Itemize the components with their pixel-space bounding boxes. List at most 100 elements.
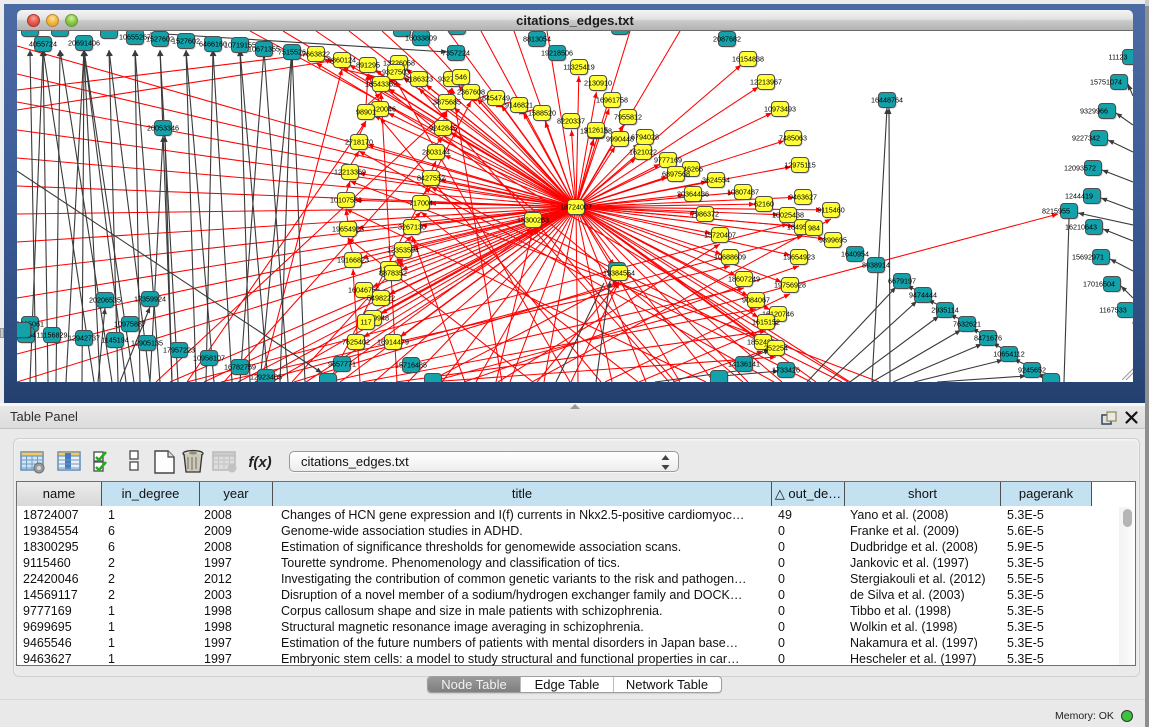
svg-text:9657771: 9657771 [328, 359, 356, 368]
svg-text:18724007: 18724007 [560, 202, 592, 211]
svg-text:1244419: 1244419 [1065, 191, 1093, 200]
svg-text:16543362: 16543362 [365, 79, 397, 88]
svg-text:8878352: 8878352 [379, 268, 407, 277]
svg-text:1621022: 1621022 [629, 147, 657, 156]
svg-text:10958107: 10958107 [193, 353, 225, 362]
svg-text:15692971: 15692971 [1072, 252, 1104, 261]
svg-text:1145194: 1145194 [101, 335, 128, 344]
svg-text:10688609: 10688609 [714, 252, 746, 261]
svg-text:2087682: 2087682 [713, 34, 741, 43]
svg-text:7955812: 7955812 [614, 112, 642, 121]
svg-text:20053346: 20053346 [147, 123, 179, 132]
svg-text:9115460: 9115460 [817, 205, 844, 214]
svg-text:12923405: 12923405 [250, 372, 282, 381]
svg-text:1588520: 1588520 [528, 108, 556, 117]
svg-text:16210643: 16210643 [1065, 222, 1097, 231]
svg-text:3875685: 3875685 [433, 97, 461, 106]
svg-text:19654923: 19654923 [332, 224, 364, 233]
svg-text:7632621: 7632621 [953, 319, 981, 328]
svg-text:98901: 98901 [356, 107, 376, 116]
svg-text:8220337: 8220337 [557, 116, 585, 125]
svg-text:19218506: 19218506 [541, 48, 573, 57]
svg-text:10973493: 10973493 [764, 104, 796, 113]
svg-text:19384554: 19384554 [603, 268, 635, 277]
svg-text:717004: 717004 [409, 198, 433, 207]
svg-text:7663822: 7663822 [302, 49, 330, 58]
svg-text:6679197: 6679197 [888, 276, 916, 285]
svg-text:8186323: 8186323 [405, 74, 433, 83]
svg-text:4055724: 4055724 [29, 39, 57, 48]
svg-text:20206535: 20206535 [89, 295, 121, 304]
svg-text:10671355: 10671355 [248, 44, 280, 53]
svg-text:1733426: 1733426 [772, 365, 800, 374]
svg-text:62160: 62160 [754, 199, 774, 208]
svg-text:9990448: 9990448 [606, 134, 634, 143]
svg-text:6897568: 6897568 [662, 169, 690, 178]
svg-text:f(x): f(x) [248, 454, 271, 471]
svg-text:7357224: 7357224 [442, 48, 470, 57]
svg-text:11123: 11123 [1109, 52, 1128, 61]
svg-text:12975115: 12975115 [784, 160, 815, 169]
svg-text:9899695: 9899695 [819, 235, 847, 244]
svg-text:17957223: 17957223 [163, 345, 195, 354]
svg-text:12213369: 12213369 [334, 167, 366, 176]
svg-text:20691406: 20691406 [68, 38, 100, 47]
svg-text:11156829: 11156829 [37, 330, 68, 339]
svg-text:546: 546 [455, 72, 467, 81]
svg-text:19654923: 19654923 [783, 252, 815, 261]
svg-text:10654112: 10654112 [993, 349, 1024, 358]
svg-text:6466160: 6466160 [199, 39, 227, 48]
svg-text:16914479: 16914479 [377, 337, 409, 346]
svg-text:2935114: 2935114 [931, 305, 958, 314]
svg-text:9860124: 9860124 [328, 55, 356, 64]
svg-text:10807487: 10807487 [727, 187, 759, 196]
svg-text:9084067: 9084067 [742, 295, 770, 304]
svg-text:18607249: 18607249 [728, 274, 760, 283]
svg-text:12353594: 12353594 [387, 245, 419, 254]
svg-text:17016504: 17016504 [1083, 279, 1115, 288]
svg-text:2803144: 2803144 [422, 147, 450, 156]
svg-text:9245652: 9245652 [1018, 365, 1046, 374]
svg-text:6794028: 6794028 [631, 132, 659, 141]
svg-text:12905135: 12905135 [131, 338, 163, 347]
svg-text:8813054: 8813054 [523, 34, 551, 43]
svg-text:3267130: 3267130 [398, 222, 426, 231]
svg-text:16154838: 16154838 [732, 54, 764, 63]
svg-text:7625402: 7625402 [342, 337, 370, 346]
svg-text:19166823: 19166823 [337, 255, 369, 264]
svg-text:12213967: 12213967 [750, 77, 782, 86]
svg-text:12093572: 12093572 [1064, 163, 1096, 172]
svg-text:10975887: 10975887 [114, 319, 146, 328]
svg-text:9777169: 9777169 [654, 155, 682, 164]
svg-text:9329966: 9329966 [1080, 106, 1108, 115]
svg-text:1615152: 1615152 [752, 317, 780, 326]
svg-text:16782759: 16782759 [224, 362, 256, 371]
svg-text:16448764: 16448764 [871, 95, 903, 104]
svg-text:5498222: 5498222 [367, 293, 395, 302]
svg-text:20364436: 20364436 [677, 189, 709, 198]
svg-text:9242845: 9242845 [429, 123, 457, 132]
svg-text:2718170: 2718170 [345, 137, 373, 146]
svg-text:15300263: 15300263 [517, 215, 549, 224]
svg-text:8471676: 8471676 [974, 333, 1002, 342]
svg-text:891295: 891295 [356, 60, 380, 69]
svg-text:252254: 252254 [764, 343, 788, 352]
svg-text:7986372: 7986372 [691, 209, 719, 218]
svg-text:19756928: 19756928 [774, 280, 806, 289]
svg-text:9463627: 9463627 [789, 192, 817, 201]
svg-text:11325419: 11325419 [563, 62, 594, 71]
svg-text:1527602: 1527602 [146, 34, 174, 43]
svg-text:10107553: 10107553 [330, 195, 362, 204]
svg-text:912615: 912615 [584, 125, 608, 134]
svg-text:984: 984 [808, 223, 820, 232]
svg-text:1167533: 1167533 [1099, 305, 1126, 314]
svg-text:10025438: 10025438 [772, 210, 804, 219]
svg-text:15716485: 15716485 [395, 360, 427, 369]
svg-text:3624554: 3624554 [702, 175, 730, 184]
svg-text:2130910: 2130910 [584, 78, 612, 87]
svg-text:1640954: 1640954 [841, 249, 869, 258]
svg-text:2367608: 2367608 [457, 87, 485, 96]
svg-text:8938914: 8938914 [862, 260, 890, 269]
svg-text:15720407: 15720407 [704, 230, 736, 239]
svg-text:17359924: 17359924 [134, 294, 166, 303]
